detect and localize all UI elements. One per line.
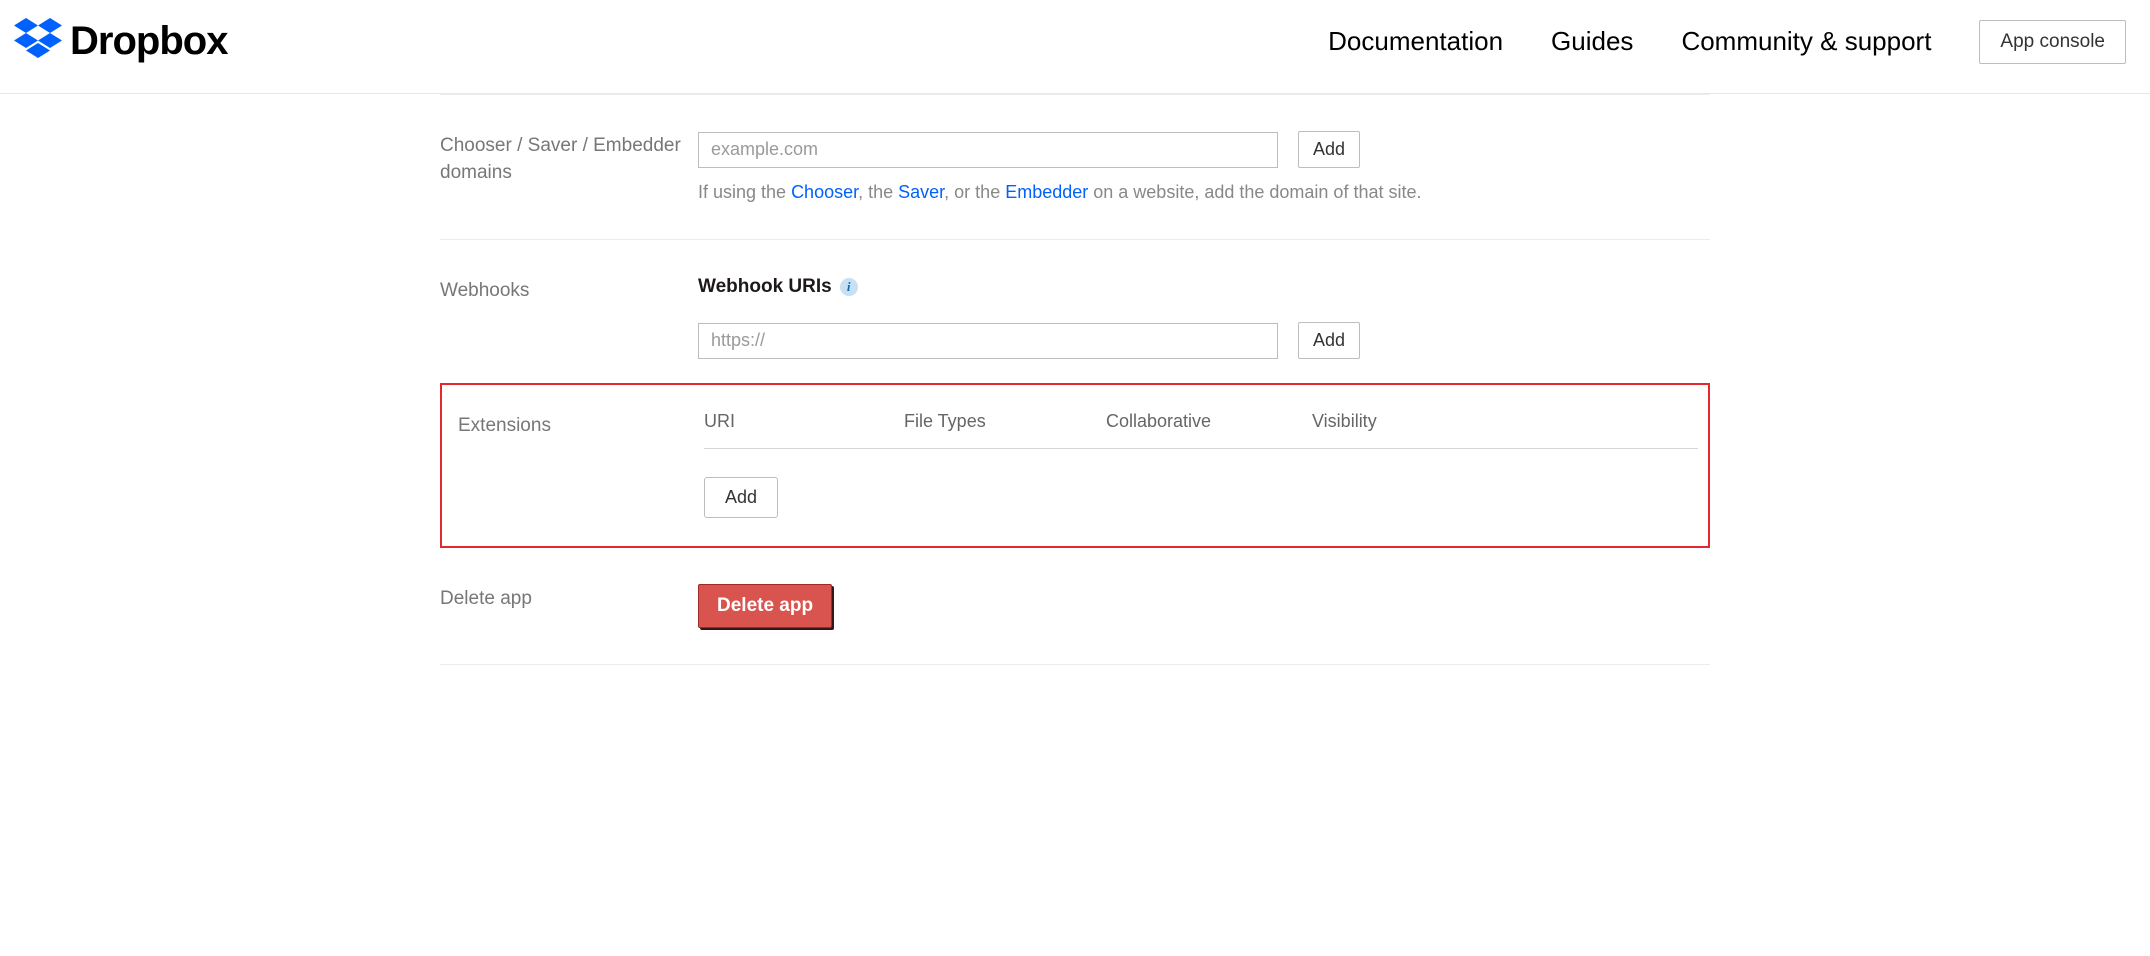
app-console-button[interactable]: App console	[1979, 20, 2126, 64]
domains-help-text: If using the Chooser, the Saver, or the …	[698, 182, 1710, 203]
webhook-add-button[interactable]: Add	[1298, 322, 1360, 359]
settings-form: Chooser / Saver / Embedder domains Add I…	[440, 94, 1710, 665]
nav-guides[interactable]: Guides	[1551, 26, 1633, 57]
webhooks-label: Webhooks	[440, 276, 698, 359]
section-delete-app: Delete app Delete app	[440, 548, 1710, 665]
extensions-table-header: URI File Types Collaborative Visibility	[704, 411, 1698, 449]
link-saver[interactable]: Saver	[898, 182, 944, 202]
nav-documentation[interactable]: Documentation	[1328, 26, 1503, 57]
nav-links: Documentation Guides Community & support…	[1328, 20, 2136, 64]
extensions-add-button[interactable]: Add	[704, 477, 778, 518]
section-domains: Chooser / Saver / Embedder domains Add I…	[440, 94, 1710, 240]
col-collaborative: Collaborative	[1106, 411, 1312, 432]
extensions-label: Extensions	[458, 411, 704, 518]
domains-label: Chooser / Saver / Embedder domains	[440, 131, 698, 203]
section-webhooks: Webhooks Webhook URIs i Add	[440, 240, 1710, 383]
brand-logo[interactable]: Dropbox	[14, 18, 227, 65]
webhooks-heading: Webhook URIs i	[698, 276, 1710, 298]
section-extensions: Extensions URI File Types Collaborative …	[440, 383, 1710, 548]
domains-input[interactable]	[698, 132, 1278, 168]
top-nav: Dropbox Documentation Guides Community &…	[0, 0, 2150, 94]
col-visibility: Visibility	[1312, 411, 1698, 432]
info-icon[interactable]: i	[840, 278, 858, 296]
nav-community[interactable]: Community & support	[1681, 26, 1931, 57]
domains-add-button[interactable]: Add	[1298, 131, 1360, 168]
delete-app-button[interactable]: Delete app	[698, 584, 832, 628]
col-file-types: File Types	[904, 411, 1106, 432]
dropbox-icon	[14, 18, 62, 65]
webhook-uri-input[interactable]	[698, 323, 1278, 359]
col-uri: URI	[704, 411, 904, 432]
delete-label: Delete app	[440, 584, 698, 628]
link-embedder[interactable]: Embedder	[1005, 182, 1088, 202]
link-chooser[interactable]: Chooser	[791, 182, 858, 202]
brand-name: Dropbox	[70, 19, 227, 64]
